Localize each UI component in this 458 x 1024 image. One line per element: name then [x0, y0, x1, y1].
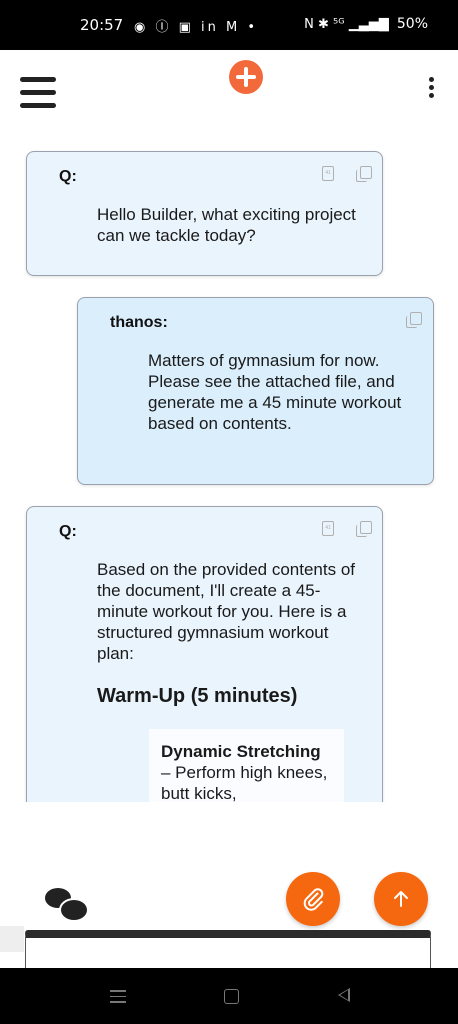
kebab-menu-icon[interactable]: [429, 77, 437, 99]
copy-icon[interactable]: [356, 166, 372, 182]
message-speaker: Q:: [59, 523, 77, 540]
message-text: Based on the provided contents of the do…: [97, 560, 356, 663]
copy-icon[interactable]: [356, 521, 372, 537]
plus-circle-icon[interactable]: [229, 60, 263, 94]
side-strip: [0, 926, 24, 952]
message-text: Matters of gymnasium for now. Please see…: [148, 351, 402, 433]
workout-item-card: Dynamic Stretching – Perform high knees,…: [149, 729, 344, 809]
message-text: Hello Builder, what exciting project can…: [97, 205, 356, 245]
document-icon[interactable]: 41: [322, 521, 334, 536]
attach-file-button[interactable]: [286, 872, 340, 926]
notification-icons: ◉ Ⓘ ▣ in M •: [134, 20, 259, 35]
user-message: thanos: Matters of gymnasium for now. Pl…: [77, 297, 434, 485]
arrow-up-icon: [394, 891, 408, 907]
status-time: 20:57: [80, 16, 124, 34]
workout-item-text: – Perform high knees, butt kicks,: [161, 763, 328, 803]
section-heading: Warm-Up (5 minutes): [97, 685, 298, 707]
message-speaker: thanos:: [110, 314, 168, 331]
recents-icon[interactable]: [110, 990, 126, 1003]
copy-icon[interactable]: [406, 312, 422, 328]
chat-bubbles-icon[interactable]: [45, 888, 89, 922]
battery-level: 50%: [396, 16, 428, 32]
system-navigation-bar: [0, 968, 458, 1024]
back-icon[interactable]: [338, 988, 350, 1002]
workout-item-title: Dynamic Stretching: [161, 742, 321, 761]
document-icon[interactable]: 41: [322, 166, 334, 181]
app-toolbar: [0, 50, 458, 130]
status-bar: 20:57 ◉ Ⓘ ▣ in M • N ✱ ⁵ᴳ ▁▃▅▇ 50%: [0, 0, 458, 50]
message-speaker: Q:: [59, 168, 77, 185]
workout-item: Dynamic Stretching – Perform high knees,…: [161, 741, 336, 804]
connectivity-icons: N ✱ ⁵ᴳ ▁▃▅▇: [304, 17, 389, 32]
hamburger-menu-icon[interactable]: [20, 77, 56, 109]
home-icon[interactable]: [224, 989, 239, 1004]
paperclip-icon: [303, 888, 324, 911]
assistant-message: Q: 41 Hello Builder, what exciting proje…: [26, 151, 383, 276]
send-button[interactable]: [374, 872, 428, 926]
system-status-icons: N ✱ ⁵ᴳ ▁▃▅▇ 50%: [304, 16, 428, 32]
